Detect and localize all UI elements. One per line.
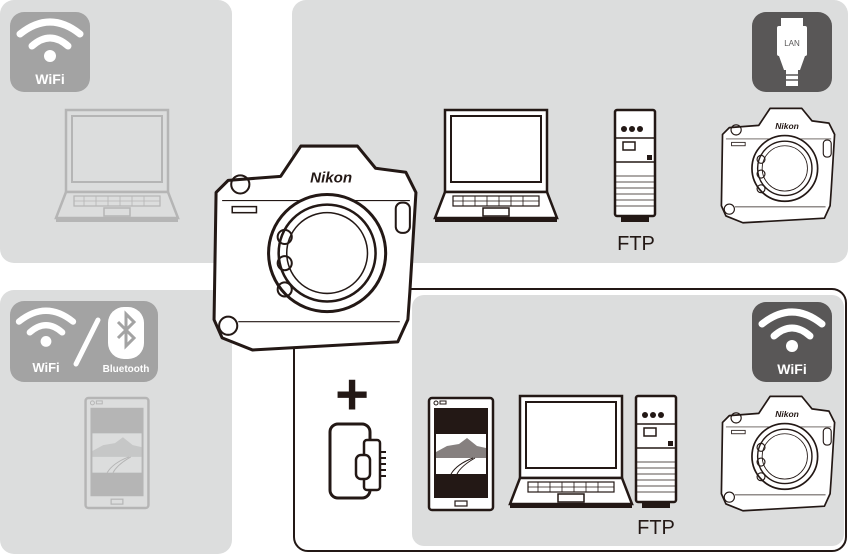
ftp-server-icon [634,394,678,510]
laptop-icon [54,108,180,224]
camera-icon [720,395,836,512]
ftp-server-icon [613,108,657,224]
bluetooth-label: Bluetooth [103,364,150,375]
camera-icon [212,144,418,352]
main-camera [212,144,418,352]
panel-wifi-computer: WiFi [0,0,232,263]
wifi-label: WiFi [35,71,64,87]
ftp-label: FTP [637,517,675,539]
wifi-label: WiFi [777,361,806,377]
panel-wifi-bluetooth: WiFi Bluetooth [0,290,232,554]
connection-diagram: Nikon WiFi LAN FTP WiFi [0,0,848,554]
laptop-icon [433,108,559,224]
lan-label: LAN [784,39,800,48]
laptop-icon [508,394,634,510]
smartphone-icon [427,396,495,512]
bluetooth-icon [108,307,144,359]
ftp-label: FTP [617,233,655,255]
camera-icon [720,107,836,224]
smartphone-icon [84,396,150,510]
wifi-label: WiFi [32,360,59,375]
plus-sign: + [335,362,369,427]
